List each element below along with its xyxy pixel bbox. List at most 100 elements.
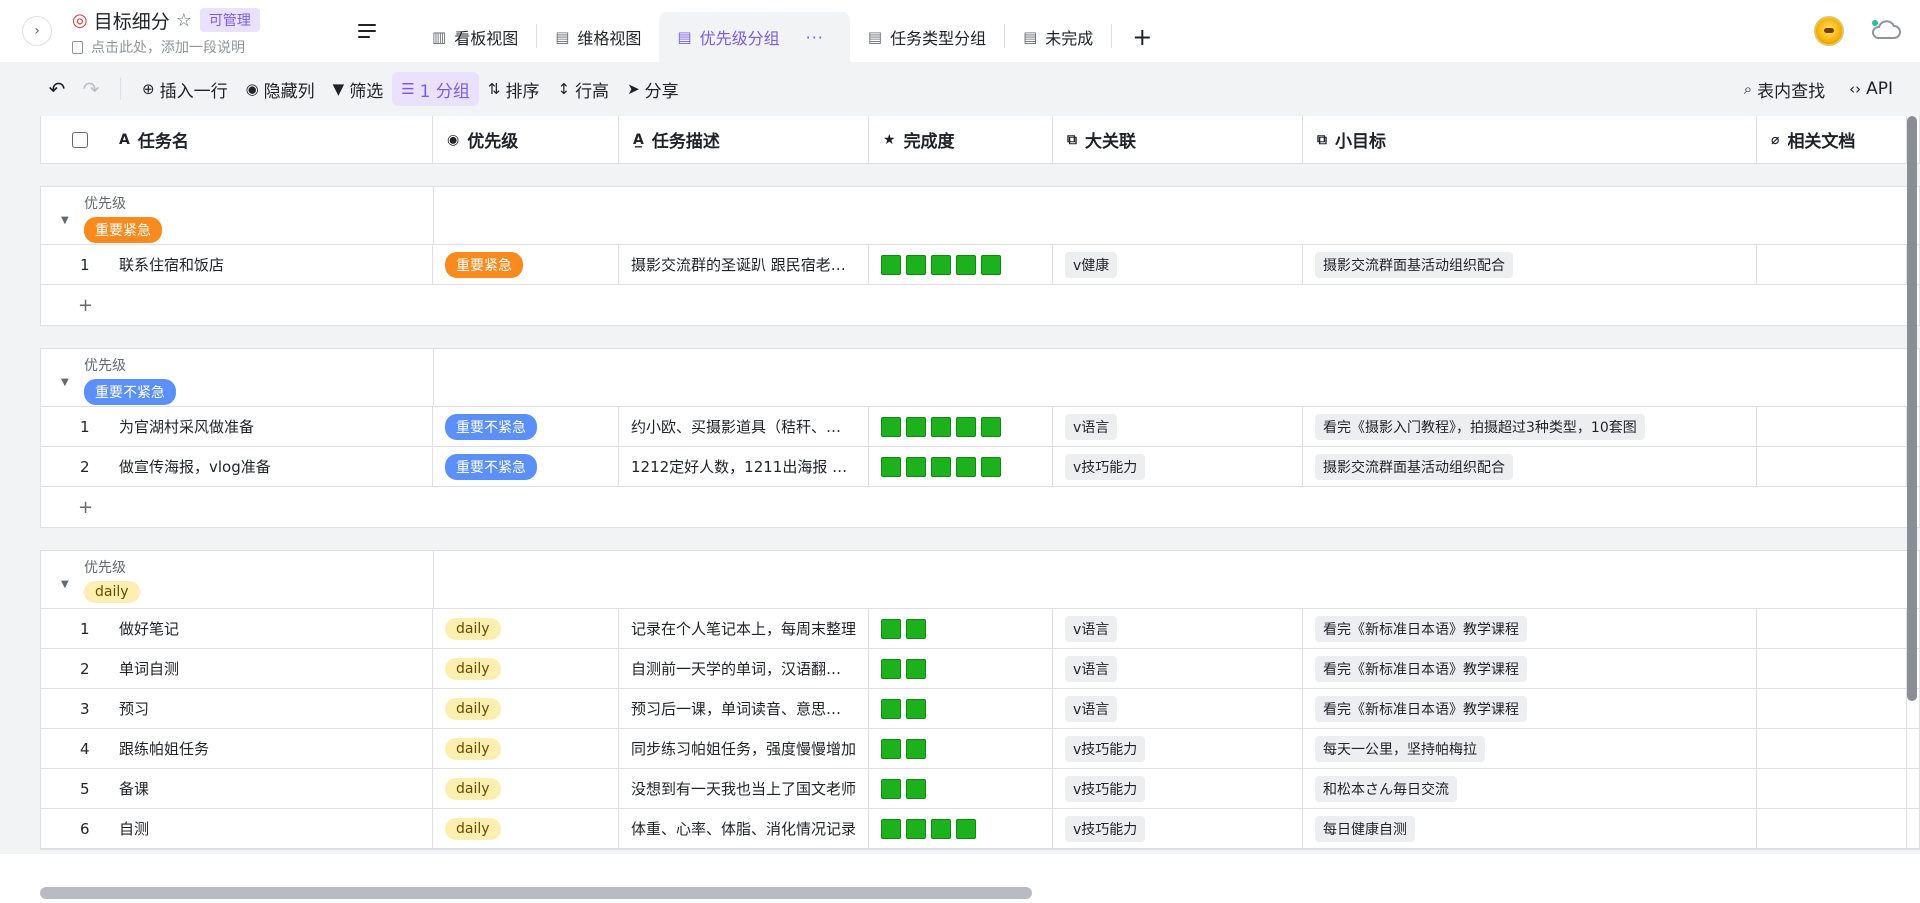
cell-priority[interactable]: 重要不紧急 — [433, 407, 619, 446]
cell-small-goal[interactable]: 看完《新标准日本语》教学课程 — [1303, 649, 1757, 688]
cell-name[interactable]: 3 预习 — [41, 689, 433, 728]
cell-small-goal[interactable]: 摄影交流群面基活动组织配合 — [1303, 245, 1757, 284]
cell-docs[interactable] — [1757, 609, 1907, 648]
cell-big-link[interactable]: v健康 — [1053, 245, 1303, 284]
cell-priority[interactable]: daily — [433, 729, 619, 768]
group-header[interactable]: ▼ 优先级 重要不紧急 — [41, 349, 1919, 407]
table-row[interactable]: 4 跟练帕姐任务 daily 同步练习帕姐任务，强度慢慢增加 v技巧能力 每天一公里，坚持… — [41, 729, 1919, 769]
tab-more-icon[interactable]: ··· — [806, 28, 824, 47]
tab-kanban-view[interactable]: ▥ 看板视图 — [414, 12, 536, 62]
cell-small-goal[interactable]: 和松本さん毎日交流 — [1303, 769, 1757, 808]
cell-big-link[interactable]: v技巧能力 — [1053, 769, 1303, 808]
hide-columns-button[interactable]: ◉ 隐藏列 — [237, 72, 324, 106]
group-header[interactable]: ▼ 优先级 daily — [41, 551, 1919, 609]
cell-completion[interactable] — [869, 447, 1053, 486]
table-row[interactable]: 2 单词自测 daily 自测前一天学的单词，汉语翻译日语 v语言 看完《新标准日本语》教… — [41, 649, 1919, 689]
table-search-button[interactable]: ⌕ 表内查找 — [1735, 72, 1834, 106]
cell-priority[interactable]: daily — [433, 609, 619, 648]
header-small-goal[interactable]: ⧉ 小目标 — [1303, 116, 1757, 163]
cell-name[interactable]: 5 备课 — [41, 769, 433, 808]
permission-badge[interactable]: 可管理 — [199, 8, 260, 32]
vertical-scrollbar[interactable] — [1907, 116, 1917, 701]
cell-completion[interactable] — [869, 729, 1053, 768]
cell-priority[interactable]: 重要紧急 — [433, 245, 619, 284]
table-row[interactable]: 1 做好笔记 daily 记录在个人笔记本上，每周末整理 v语言 看完《新标准日本语》教学… — [41, 609, 1919, 649]
header-docs[interactable]: ⌀ 相关文档 — [1757, 116, 1907, 163]
cell-big-link[interactable]: v语言 — [1053, 407, 1303, 446]
cell-name[interactable]: 1 做好笔记 — [41, 609, 433, 648]
cell-completion[interactable] — [869, 769, 1053, 808]
cell-big-link[interactable]: v技巧能力 — [1053, 809, 1303, 848]
cell-priority[interactable]: 重要不紧急 — [433, 447, 619, 486]
cell-big-link[interactable]: v技巧能力 — [1053, 447, 1303, 486]
table-row[interactable]: 2 做宣传海报，vlog准备 重要不紧急 1212定好人数，1211出海报 文案 v技巧… — [41, 447, 1919, 487]
description-row[interactable]: 点击此处，添加一段说明 — [72, 37, 260, 57]
cell-task-desc[interactable]: 同步练习帕姐任务，强度慢慢增加 — [619, 729, 869, 768]
cell-docs[interactable] — [1757, 447, 1907, 486]
cell-name[interactable]: 4 跟练帕姐任务 — [41, 729, 433, 768]
table-row[interactable]: 1 联系住宿和饭店 重要紧急 摄影交流群的圣诞趴 跟民宿老板确认 v健康 摄影交流群面基活… — [41, 245, 1919, 285]
select-all-checkbox[interactable] — [72, 131, 88, 148]
group-button[interactable]: ☰ 1 分组 — [392, 72, 479, 106]
cell-docs[interactable] — [1757, 649, 1907, 688]
table-row[interactable]: 6 自测 daily 体重、心率、体脂、消化情况记录 v技巧能力 每日健康自测 — [41, 809, 1919, 849]
cell-big-link[interactable]: v语言 — [1053, 649, 1303, 688]
cell-priority[interactable]: daily — [433, 649, 619, 688]
cell-big-link[interactable]: v技巧能力 — [1053, 729, 1303, 768]
cell-small-goal[interactable]: 看完《新标准日本语》教学课程 — [1303, 609, 1757, 648]
cell-task-desc[interactable]: 预习后一课，单词读音、意思和例句 — [619, 689, 869, 728]
cell-name[interactable]: 2 做宣传海报，vlog准备 — [41, 447, 433, 486]
cell-small-goal[interactable]: 看完《摄影入门教程》，拍摄超过3种类型，10套图 — [1303, 407, 1757, 446]
add-view-button[interactable]: + — [1112, 12, 1172, 62]
row-height-button[interactable]: ↕ 行高 — [548, 72, 618, 106]
cell-completion[interactable] — [869, 809, 1053, 848]
cell-priority[interactable]: daily — [433, 769, 619, 808]
table-row[interactable]: 1 为官湖村采风做准备 重要不紧急 约小欧、买摄影道具（秸秆、木框） v语言 看完《摄影入… — [41, 407, 1919, 447]
cell-name[interactable]: 6 自测 — [41, 809, 433, 848]
horizontal-scrollbar[interactable] — [40, 887, 1032, 899]
cell-small-goal[interactable]: 摄影交流群面基活动组织配合 — [1303, 447, 1757, 486]
tab-priority-group[interactable]: ▤ 优先级分组 ··· — [659, 12, 850, 62]
tab-grid-view[interactable]: ▤ 维格视图 — [537, 12, 659, 62]
collapse-caret-icon[interactable]: ▼ — [61, 215, 69, 226]
description-placeholder[interactable]: 点击此处，添加一段说明 — [91, 37, 245, 57]
insert-row-button[interactable]: ⊕ 插入一行 — [133, 72, 237, 106]
header-name-col[interactable]: A 任务名 — [41, 116, 433, 163]
cell-small-goal[interactable]: 看完《新标准日本语》教学课程 — [1303, 689, 1757, 728]
cell-big-link[interactable]: v语言 — [1053, 689, 1303, 728]
add-row-button[interactable]: + — [41, 285, 1919, 325]
tab-task-type-group[interactable]: ▤ 任务类型分组 — [850, 12, 1004, 62]
header-task-desc[interactable]: A̲ 任务描述 — [619, 116, 869, 163]
cell-small-goal[interactable]: 每天一公里，坚持帕梅拉 — [1303, 729, 1757, 768]
tab-incomplete[interactable]: ▤ 未完成 — [1005, 12, 1111, 62]
cell-docs[interactable] — [1757, 689, 1907, 728]
page-title[interactable]: 目标细分 — [94, 7, 170, 34]
cell-docs[interactable] — [1757, 245, 1907, 284]
header-completion[interactable]: ★ 完成度 — [869, 116, 1053, 163]
filter-button[interactable]: ▼ 筛选 — [324, 72, 393, 106]
cell-completion[interactable] — [869, 407, 1053, 446]
sort-button[interactable]: ⇅ 排序 — [479, 72, 549, 106]
group-header[interactable]: ▼ 优先级 重要紧急 — [41, 187, 1919, 245]
cell-completion[interactable] — [869, 689, 1053, 728]
cell-completion[interactable] — [869, 245, 1053, 284]
cell-task-desc[interactable]: 记录在个人笔记本上，每周末整理 — [619, 609, 869, 648]
cell-task-desc[interactable]: 约小欧、买摄影道具（秸秆、木框） — [619, 407, 869, 446]
redo-icon[interactable]: ↷ — [74, 77, 108, 101]
cell-name[interactable]: 2 单词自测 — [41, 649, 433, 688]
cloud-sync-icon[interactable] — [1870, 18, 1902, 42]
cell-completion[interactable] — [869, 609, 1053, 648]
cell-docs[interactable] — [1757, 407, 1907, 446]
api-button[interactable]: ‹› API — [1840, 72, 1902, 106]
cell-task-desc[interactable]: 体重、心率、体脂、消化情况记录 — [619, 809, 869, 848]
cell-completion[interactable] — [869, 649, 1053, 688]
cell-priority[interactable]: daily — [433, 689, 619, 728]
table-row[interactable]: 3 预习 daily 预习后一课，单词读音、意思和例句 v语言 看完《新标准日本语》教学课… — [41, 689, 1919, 729]
cell-task-desc[interactable]: 自测前一天学的单词，汉语翻译日语 — [619, 649, 869, 688]
cell-docs[interactable] — [1757, 729, 1907, 768]
user-avatar[interactable] — [1814, 16, 1844, 46]
add-row-button[interactable]: + — [41, 487, 1919, 527]
share-button[interactable]: ➤ 分享 — [618, 72, 688, 106]
header-priority[interactable]: ◉ 优先级 — [433, 116, 619, 163]
cell-task-desc[interactable]: 摄影交流群的圣诞趴 跟民宿老板确认 — [619, 245, 869, 284]
